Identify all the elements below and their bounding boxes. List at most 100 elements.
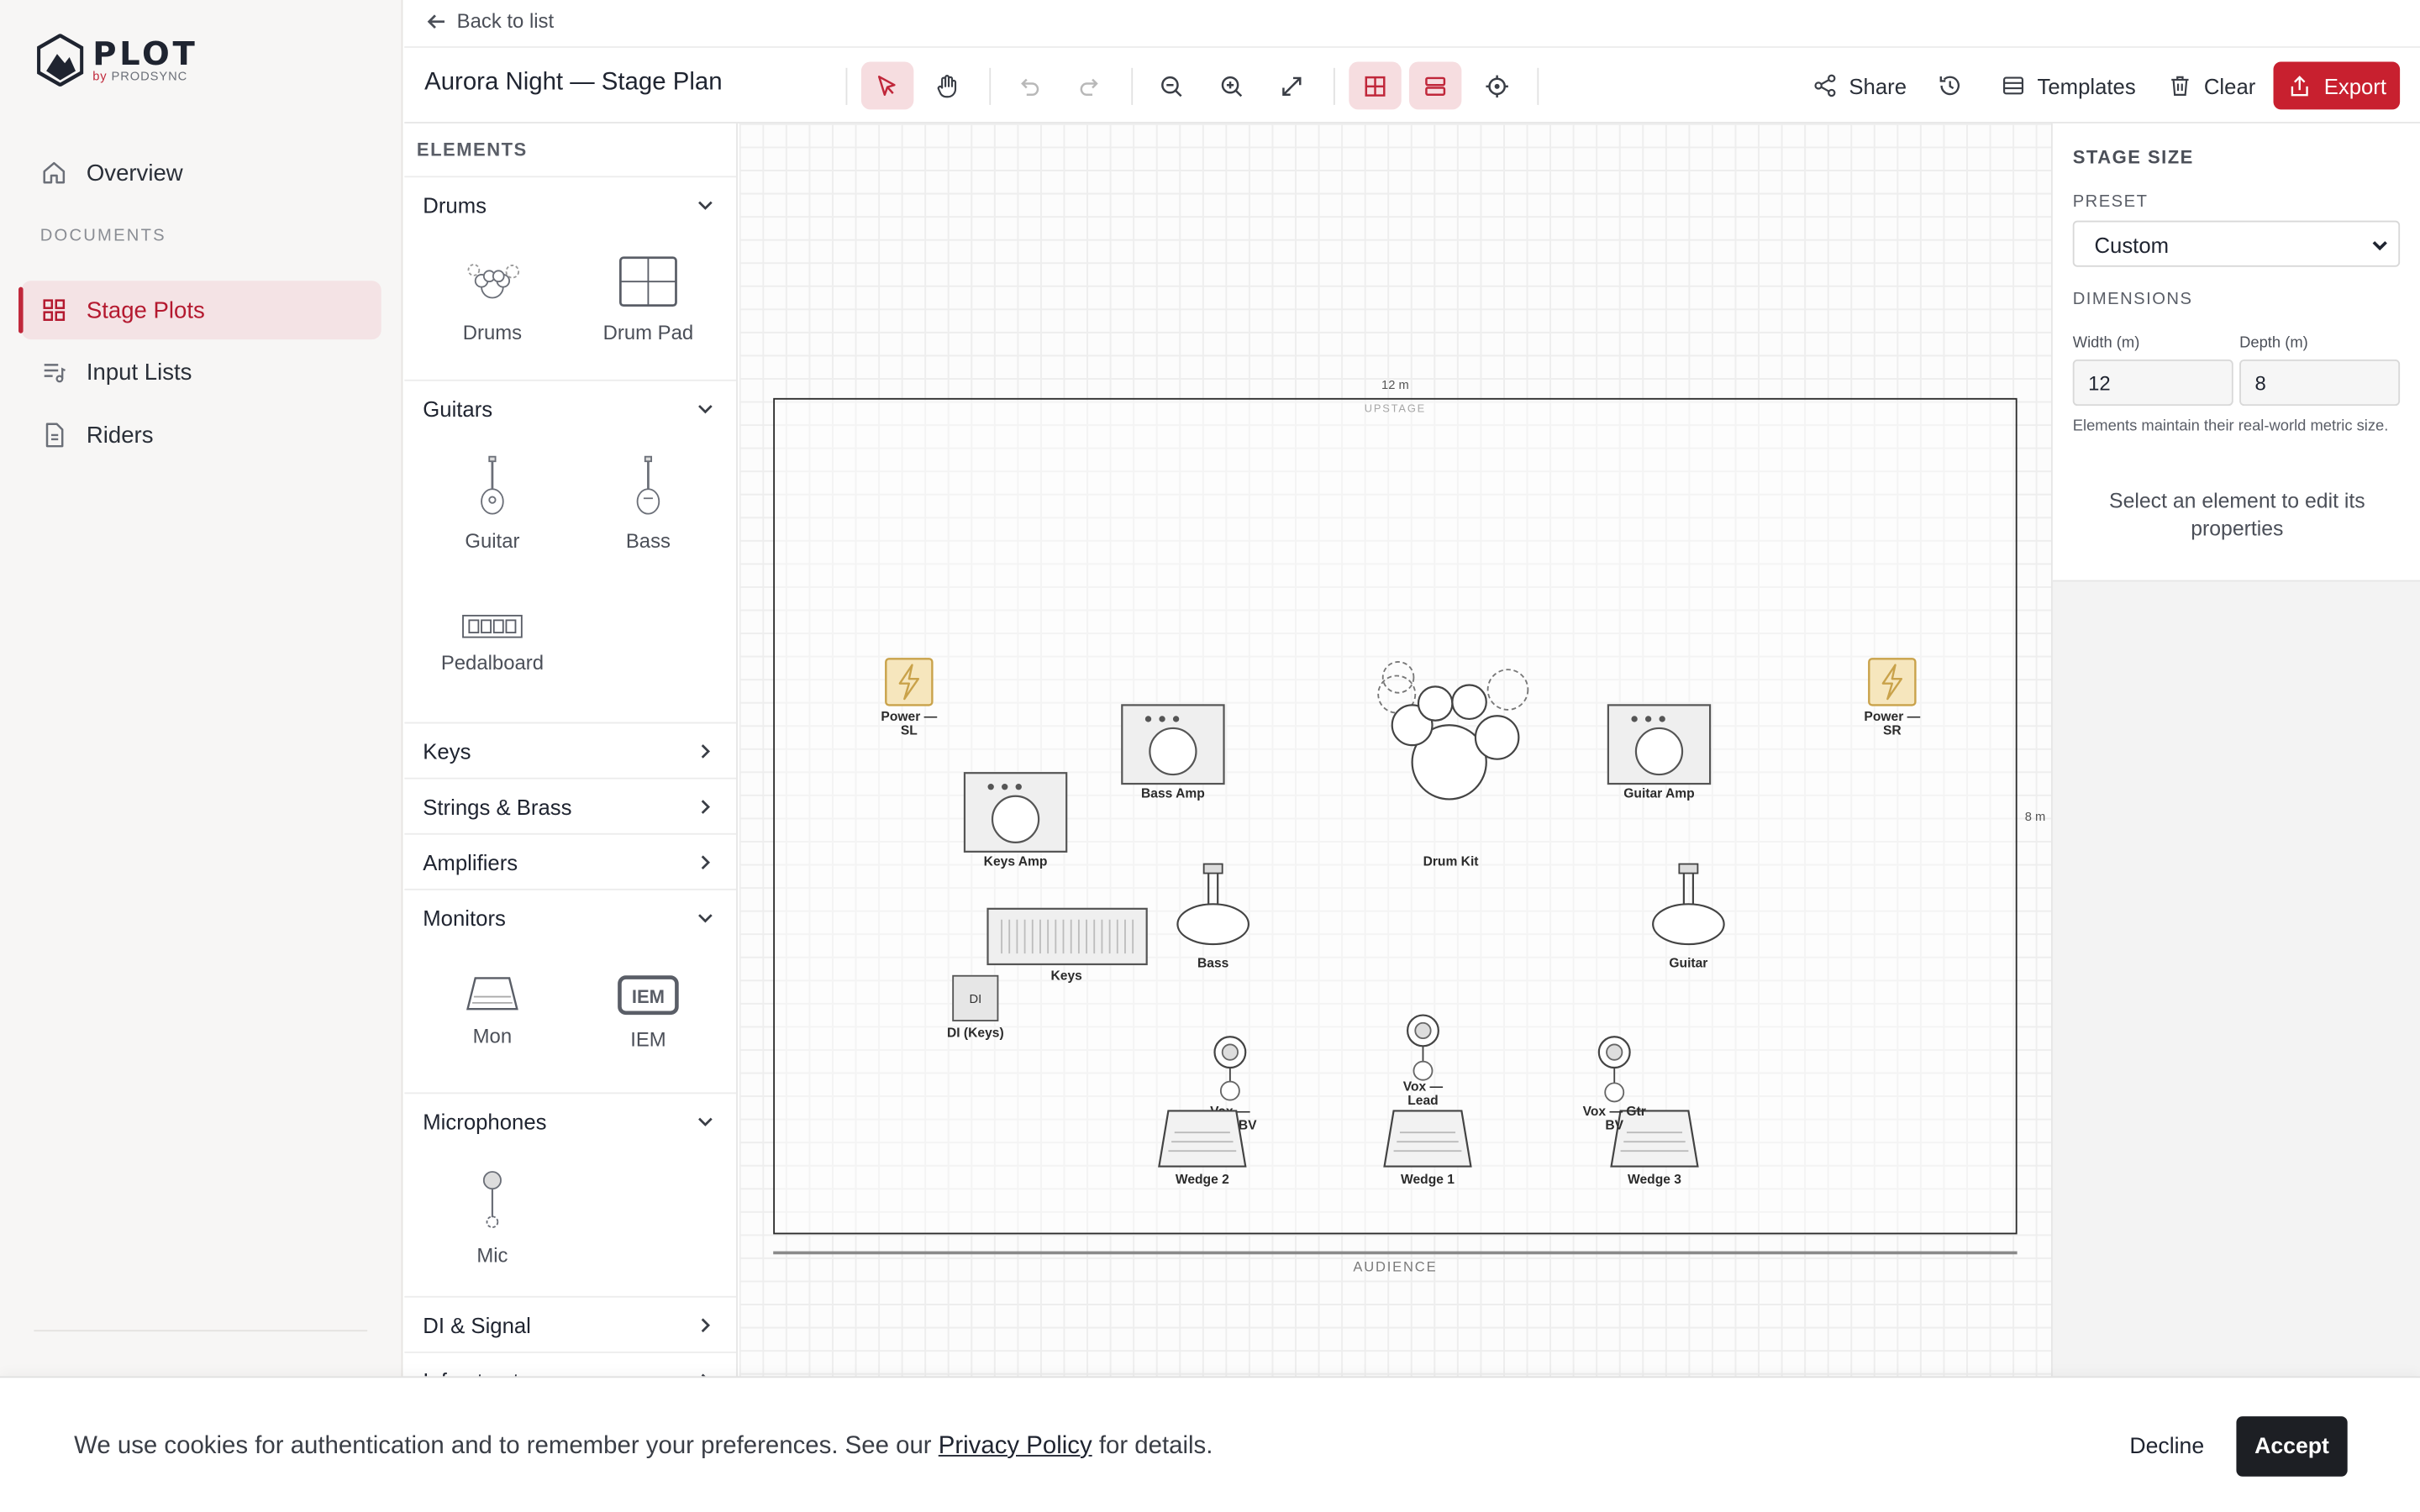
wedge-1-element[interactable] bbox=[1381, 1108, 1474, 1169]
guitar-amp-element[interactable] bbox=[1607, 704, 1712, 785]
wedge-2-element[interactable] bbox=[1156, 1108, 1249, 1169]
document-title[interactable]: Aurora Night — Stage Plan bbox=[424, 70, 722, 97]
category-amplifiers[interactable]: Amplifiers bbox=[404, 832, 737, 889]
category-strings-brass[interactable]: Strings & Brass bbox=[404, 777, 737, 833]
pan-tool-button[interactable] bbox=[922, 61, 974, 109]
templates-label: Templates bbox=[2037, 73, 2136, 98]
element-iem[interactable]: IEM IEM bbox=[571, 975, 726, 1051]
vox-gtr-bv-mic[interactable] bbox=[1596, 1034, 1633, 1105]
select-tool-button[interactable] bbox=[860, 61, 914, 110]
bass-guitar-element[interactable] bbox=[1175, 861, 1252, 948]
category-label: DI & Signal bbox=[423, 1312, 531, 1337]
zoom-in-button[interactable] bbox=[1205, 61, 1257, 109]
toolbar-separator bbox=[989, 67, 992, 105]
accept-button[interactable]: Accept bbox=[2236, 1416, 2348, 1477]
drum-kit-element[interactable] bbox=[1363, 657, 1536, 805]
undo-icon bbox=[1021, 77, 1039, 96]
nav-item-input-lists[interactable]: Input Lists bbox=[22, 343, 381, 402]
templates-button[interactable]: Templates bbox=[2000, 61, 2136, 109]
nav-item-stage-plots[interactable]: Stage Plots bbox=[18, 281, 381, 340]
share-label: Share bbox=[1849, 73, 1907, 98]
width-input[interactable]: 12 bbox=[2072, 359, 2233, 407]
stage-canvas[interactable]: 12 m UPSTAGE 8 m AUDIENCE Power — SL Pow… bbox=[739, 123, 2052, 1389]
toolbar-separator bbox=[1537, 67, 1539, 105]
history-button[interactable] bbox=[1937, 61, 1963, 109]
chevron-right-icon bbox=[701, 855, 711, 870]
preset-value: Custom bbox=[2094, 233, 2170, 258]
vox-lead-mic[interactable] bbox=[1404, 1012, 1441, 1083]
audience-line bbox=[773, 1251, 2018, 1255]
share-button[interactable]: Share bbox=[1812, 61, 1907, 109]
depth-input[interactable]: 8 bbox=[2239, 359, 2401, 407]
preset-select[interactable]: Custom bbox=[2072, 220, 2401, 267]
brand-logo[interactable]: PLOT by PRODSYNC bbox=[37, 34, 197, 87]
nav-item-riders[interactable]: Riders bbox=[22, 406, 381, 465]
keys-amp-element[interactable] bbox=[963, 771, 1068, 853]
privacy-policy-link[interactable]: Privacy Policy bbox=[939, 1433, 1092, 1459]
dimensions-label: DIMENSIONS bbox=[2072, 290, 2193, 309]
vox-gtr-bv-label: Vox — Gtr BV bbox=[1582, 1103, 1646, 1133]
export-label: Export bbox=[2323, 73, 2387, 98]
power-sr-element[interactable] bbox=[1867, 657, 1917, 706]
bass-amp-label: Bass Amp bbox=[1141, 785, 1205, 801]
tile-label: Bass bbox=[625, 529, 671, 553]
zoom-out-icon bbox=[1161, 75, 1182, 97]
redo-button[interactable] bbox=[1064, 61, 1116, 109]
metric-note: Elements maintain their real-world metri… bbox=[2072, 417, 2389, 435]
element-pedalboard[interactable]: Pedalboard bbox=[415, 614, 570, 675]
tile-label: Guitar bbox=[465, 529, 520, 553]
stage-width-label: 12 m bbox=[1381, 378, 1409, 392]
share-icon bbox=[1814, 74, 1836, 97]
nav-item-label: Input Lists bbox=[86, 359, 192, 386]
element-drums[interactable]: Drums bbox=[415, 256, 570, 344]
zoom-out-button[interactable] bbox=[1145, 61, 1197, 109]
document-icon bbox=[45, 423, 64, 448]
toolbar-separator bbox=[845, 67, 848, 105]
keyboard-element[interactable] bbox=[986, 907, 1149, 966]
category-di-signal[interactable]: DI & Signal bbox=[404, 1295, 737, 1352]
back-to-list-link[interactable]: Back to list bbox=[426, 9, 554, 33]
nav-overview-label: Overview bbox=[86, 160, 183, 186]
snap-toggle-button[interactable] bbox=[1470, 61, 1523, 109]
guitar-element[interactable] bbox=[1649, 861, 1727, 948]
element-drum-pad[interactable]: Drum Pad bbox=[571, 256, 726, 344]
clear-button[interactable]: Clear bbox=[2167, 61, 2255, 109]
layers-toggle-button[interactable] bbox=[1408, 61, 1462, 110]
category-guitars[interactable]: Guitars bbox=[404, 379, 737, 435]
guitar-label: Guitar bbox=[1669, 954, 1708, 971]
power-sl-element[interactable] bbox=[884, 657, 934, 706]
di-keys-label: DI (Keys) bbox=[946, 1024, 1004, 1040]
upstage-label: UPSTAGE bbox=[1364, 404, 1427, 416]
undo-button[interactable] bbox=[1003, 61, 1055, 109]
cursor-icon bbox=[877, 75, 896, 96]
stage-size-heading: STAGE SIZE bbox=[2072, 146, 2194, 169]
category-keys[interactable]: Keys bbox=[404, 722, 737, 778]
rows-icon bbox=[1425, 76, 1446, 96]
nav-overview[interactable]: Overview bbox=[22, 144, 381, 202]
power-sr-label: Power — SR bbox=[1864, 708, 1921, 738]
grid-toggle-button[interactable] bbox=[1349, 61, 1402, 110]
properties-panel: STAGE SIZE PRESET Custom DIMENSIONS Widt… bbox=[2051, 123, 2420, 1389]
element-mic[interactable]: Mic bbox=[415, 1169, 570, 1267]
chevron-right-icon bbox=[701, 1318, 711, 1333]
category-drums[interactable]: Drums bbox=[404, 176, 737, 231]
element-mon[interactable]: Mon bbox=[415, 975, 570, 1047]
drum-kit-icon bbox=[467, 264, 520, 299]
bass-icon bbox=[636, 455, 660, 515]
decline-button[interactable]: Decline bbox=[2108, 1418, 2226, 1477]
export-button[interactable]: Export bbox=[2273, 61, 2401, 110]
elements-panel: ELEMENTS Drums Drums Drum Pad Guitars Gu… bbox=[404, 123, 738, 1389]
bass-amp-element[interactable] bbox=[1120, 704, 1225, 785]
drum-pad-icon bbox=[618, 256, 677, 307]
category-monitors[interactable]: Monitors bbox=[404, 888, 737, 944]
vox-bass-bv-mic[interactable] bbox=[1212, 1034, 1249, 1105]
category-label: Monitors bbox=[423, 905, 506, 930]
element-bass[interactable]: Bass bbox=[571, 455, 726, 553]
category-microphones[interactable]: Microphones bbox=[404, 1092, 737, 1147]
app-root: PLOT by PRODSYNC Overview DOCUMENTS Stag… bbox=[0, 0, 2420, 1512]
element-guitar[interactable]: Guitar bbox=[415, 455, 570, 553]
fit-to-screen-button[interactable] bbox=[1265, 61, 1318, 109]
grid-icon bbox=[43, 299, 66, 321]
di-keys-element[interactable]: DI bbox=[952, 974, 999, 1021]
wedge-3-label: Wedge 3 bbox=[1628, 1171, 1681, 1187]
